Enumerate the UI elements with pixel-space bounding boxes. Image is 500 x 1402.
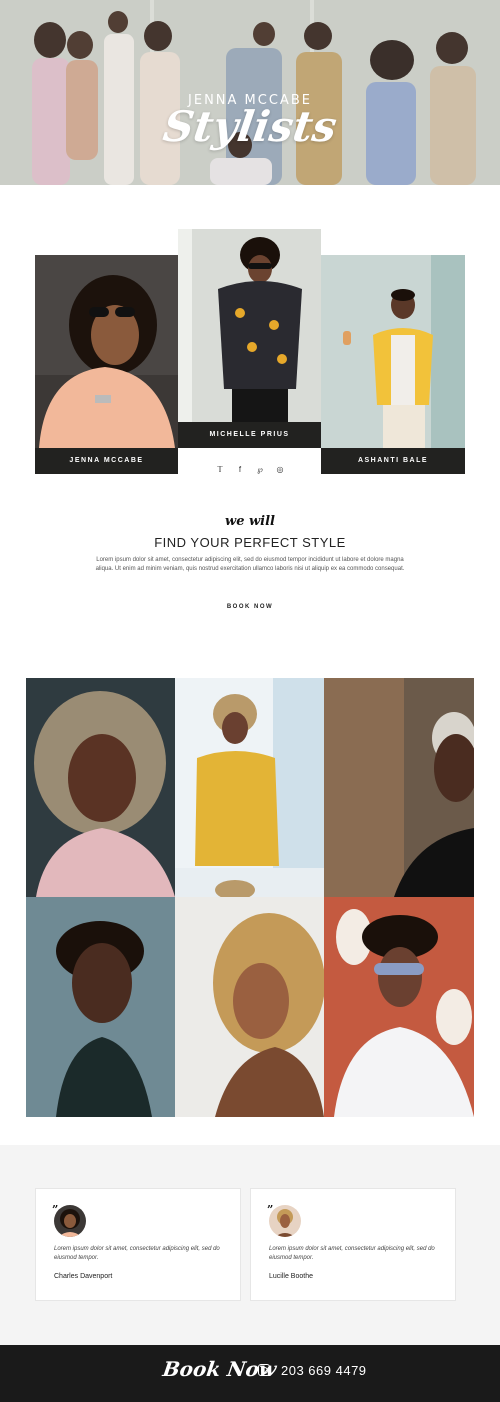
script-heading: we will [225, 514, 275, 529]
instagram-icon[interactable] [258, 1364, 270, 1376]
gallery-photo-man-hoodie[interactable] [26, 897, 175, 1117]
testimonial-avatar [54, 1205, 86, 1237]
testimonial-text: Lorem ipsum dolor sit amet, consectetur … [54, 1246, 220, 1261]
stylist-photo [178, 229, 321, 422]
stylist-name: MICHELLE PRIUS [178, 422, 321, 448]
testimonial-card: ” Lorem ipsum dolor sit amet, consectetu… [35, 1188, 241, 1301]
footer-bar: Book Now 203 669 4479 [0, 1345, 500, 1402]
stylist-name: ASHANTI BALE [321, 448, 465, 474]
book-now-link[interactable]: BOOK NOW [200, 604, 300, 610]
footer-phone-number[interactable]: 203 669 4479 [281, 1363, 367, 1378]
quote-icon: ” [267, 1203, 274, 1216]
photo-gallery [26, 678, 474, 1117]
quote-icon: ” [52, 1203, 59, 1216]
gallery-photo-curly-hair[interactable] [26, 678, 175, 897]
stylist-photo [321, 255, 465, 448]
testimonial-author: Charles Davenport [54, 1273, 113, 1280]
gallery-photo-sunglasses[interactable] [324, 897, 474, 1117]
gallery-photo-shaved-head[interactable] [324, 678, 474, 897]
gallery-photo-yellow-sweater[interactable] [175, 678, 324, 897]
facebook-icon[interactable]: f [235, 465, 245, 474]
gallery-photo-blonde-curls[interactable] [175, 897, 324, 1117]
stylist-card-jenna[interactable]: JENNA MCCABE [35, 255, 178, 474]
stylist-photo [35, 255, 178, 448]
pinterest-icon[interactable]: ℘ [255, 465, 265, 474]
stylist-card-michelle[interactable]: MICHELLE PRIUS [178, 229, 321, 448]
testimonial-avatar [269, 1205, 301, 1237]
stylist-card-ashanti[interactable]: ASHANTI BALE [321, 255, 465, 474]
testimonial-text: Lorem ipsum dolor sit amet, consectetur … [269, 1246, 435, 1261]
testimonial-author: Lucille Boothe [269, 1273, 313, 1280]
testimonial-card: ” Lorem ipsum dolor sit amet, consectetu… [250, 1188, 456, 1301]
hero-title: Stylists [160, 102, 340, 151]
social-links: 𝕋 f ℘ ◎ [215, 465, 285, 474]
hero-banner: JENNA MCCABE Stylists [0, 0, 500, 185]
instagram-icon[interactable]: ◎ [275, 465, 285, 474]
section-body: Lorem ipsum dolor sit amet, consectetur … [95, 557, 405, 572]
section-title: FIND YOUR PERFECT STYLE [154, 535, 346, 550]
twitter-icon[interactable]: 𝕋 [215, 465, 225, 474]
stylist-name: JENNA MCCABE [35, 448, 178, 474]
